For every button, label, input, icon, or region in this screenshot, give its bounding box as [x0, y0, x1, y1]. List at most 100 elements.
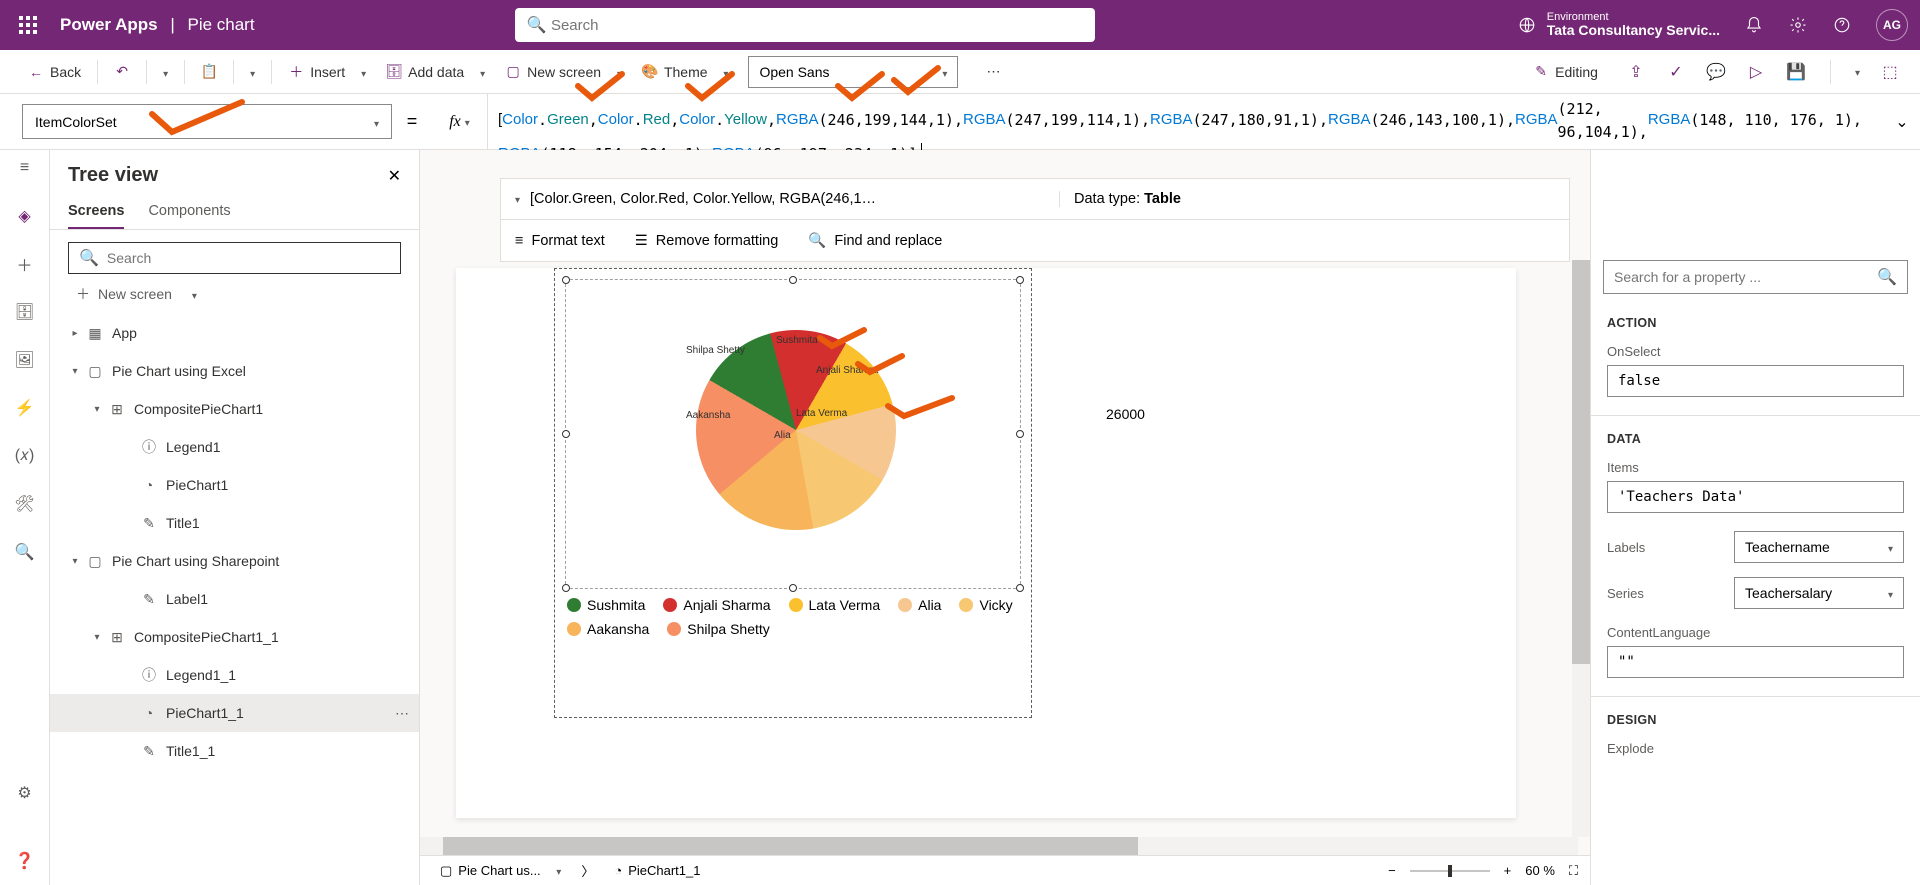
screen-icon: ▢: [86, 552, 104, 570]
group-icon: ⊞: [108, 400, 126, 418]
tree-item-piechart[interactable]: ◔PieChart1: [50, 466, 419, 504]
vertical-scrollbar[interactable]: [1572, 260, 1590, 837]
tree-item-title[interactable]: ✎Title1_1: [50, 732, 419, 770]
property-search[interactable]: 🔍: [1603, 260, 1908, 294]
media-rail-icon[interactable]: 🖼: [15, 350, 35, 370]
property-dropdown[interactable]: ItemColorSet: [22, 104, 392, 139]
add-data-button[interactable]: 🗄Add data: [378, 58, 493, 86]
chart-inner-frame: Sushmita Anjali Sharma Lata Verma Alia A…: [565, 279, 1021, 589]
paste-button[interactable]: 📋: [193, 58, 225, 86]
onselect-input[interactable]: false: [1607, 365, 1904, 397]
formula-input[interactable]: [Color.Green, Color.Red, Color.Yellow, R…: [488, 94, 1884, 149]
tab-components[interactable]: Components: [148, 195, 230, 229]
data-rail-icon[interactable]: 🗄: [15, 302, 35, 322]
help-icon[interactable]: [1832, 15, 1852, 35]
piechart-icon: ◔: [140, 476, 158, 494]
theme-button[interactable]: 🎨Theme: [634, 58, 737, 86]
salary-label: 26000: [1106, 406, 1145, 422]
tree-search-input[interactable]: [107, 250, 390, 266]
settings-gear-icon[interactable]: [1788, 15, 1808, 35]
hamburger-icon[interactable]: ≡: [15, 158, 35, 178]
overflow-button[interactable]: ⋯: [978, 57, 1008, 86]
environment-picker[interactable]: Environment Tata Consultancy Servic...: [1547, 11, 1720, 38]
horizontal-scrollbar[interactable]: [420, 837, 1578, 855]
tree-search[interactable]: 🔍: [68, 242, 401, 274]
tree-item-group[interactable]: ⊞CompositePieChart1_1: [50, 618, 419, 656]
zoom-in-icon[interactable]: +: [1504, 863, 1512, 878]
notifications-icon[interactable]: [1744, 15, 1764, 35]
back-button[interactable]: ←Back: [20, 58, 89, 86]
search-rail-icon[interactable]: 🔍: [15, 542, 35, 562]
insert-button[interactable]: ＋Insert: [280, 58, 374, 86]
legend-icon: ⓘ: [140, 666, 158, 684]
global-search[interactable]: 🔍: [515, 8, 1095, 42]
tree-item-screen[interactable]: ▢Pie Chart using Sharepoint: [50, 542, 419, 580]
new-screen-button[interactable]: ▢New screen: [497, 58, 630, 86]
canvas-area: [Color.Green, Color.Red, Color.Yellow, R…: [420, 150, 1590, 855]
user-avatar[interactable]: AG: [1876, 9, 1908, 41]
comments-icon[interactable]: 💬: [1706, 62, 1726, 82]
editing-mode[interactable]: ✎Editing: [1525, 58, 1606, 86]
items-input[interactable]: 'Teachers Data': [1607, 481, 1904, 513]
fx-button[interactable]: fx: [432, 94, 488, 149]
paste-chevron[interactable]: [242, 58, 263, 86]
insert-rail-icon[interactable]: ＋: [15, 254, 35, 274]
expand-formula-icon[interactable]: ⌄: [1884, 94, 1920, 149]
pie-chart: [696, 330, 896, 530]
tree-item-title[interactable]: ✎Title1: [50, 504, 419, 542]
find-replace-button[interactable]: 🔍Find and replace: [808, 232, 942, 249]
zoom-out-icon[interactable]: −: [1388, 863, 1396, 878]
tree-item-app[interactable]: ▦App: [50, 314, 419, 352]
global-search-input[interactable]: [551, 17, 1083, 34]
search-icon: 🔍: [808, 232, 826, 249]
checker-icon[interactable]: ✓: [1666, 62, 1686, 82]
zoom-slider[interactable]: [1410, 870, 1490, 872]
environment-icon: [1517, 15, 1537, 35]
tree-item-label[interactable]: ✎Label1: [50, 580, 419, 618]
formula-bar: ItemColorSet = fx [Color.Green, Color.Re…: [0, 94, 1920, 150]
tree-item-screen[interactable]: ▢Pie Chart using Excel: [50, 352, 419, 390]
save-icon[interactable]: 💾: [1786, 62, 1806, 82]
tree-item-piechart-selected[interactable]: ◔PieChart1_1⋯: [50, 694, 419, 732]
zoom-value: 60 %: [1525, 863, 1555, 878]
remove-formatting-button[interactable]: ☰Remove formatting: [635, 233, 779, 249]
plus-icon: ＋: [76, 284, 90, 304]
breadcrumb-screen[interactable]: ▢Pie Chart us...: [432, 861, 569, 881]
breadcrumb-control[interactable]: ◔PieChart1_1: [606, 861, 708, 880]
preview-icon[interactable]: ▷: [1746, 62, 1766, 82]
flows-rail-icon[interactable]: ⚡: [15, 398, 35, 418]
tree-item-legend[interactable]: ⓘLegend1_1: [50, 656, 419, 694]
tools-rail-icon[interactable]: 🛠: [15, 494, 35, 514]
publish-icon[interactable]: ⬚: [1880, 62, 1900, 82]
format-text-button[interactable]: ≡Format text: [515, 233, 605, 249]
property-search-input[interactable]: [1614, 269, 1877, 285]
settings-rail-icon[interactable]: ⚙: [15, 783, 35, 803]
tab-screens[interactable]: Screens: [68, 195, 124, 229]
tree-view-icon[interactable]: ◈: [15, 206, 35, 226]
canvas-page[interactable]: Sushmita Anjali Sharma Lata Verma Alia A…: [456, 268, 1516, 818]
series-select[interactable]: Teachersalary: [1734, 577, 1904, 609]
tree-item-group[interactable]: ⊞CompositePieChart1: [50, 390, 419, 428]
fit-icon[interactable]: ⛶: [1569, 863, 1578, 879]
result-chevron[interactable]: [515, 191, 520, 207]
tree-item-legend[interactable]: ⓘLegend1: [50, 428, 419, 466]
app-launcher-icon[interactable]: [12, 9, 44, 41]
font-select[interactable]: Open Sans: [748, 56, 958, 88]
chart-selection-frame[interactable]: Sushmita Anjali Sharma Lata Verma Alia A…: [554, 268, 1032, 718]
help-rail-icon[interactable]: ❓: [15, 851, 35, 871]
labels-select[interactable]: Teachername: [1734, 531, 1904, 563]
equals-sign: =: [392, 94, 432, 149]
piechart-icon: ◔: [140, 704, 158, 722]
variables-rail-icon[interactable]: (𝑥): [15, 446, 35, 466]
contentlang-input[interactable]: "": [1607, 646, 1904, 678]
undo-button[interactable]: ↶: [106, 58, 138, 86]
tree-new-screen[interactable]: ＋ New screen: [50, 274, 419, 314]
undo-chevron[interactable]: [155, 58, 176, 86]
share-icon[interactable]: ⇪: [1626, 62, 1646, 82]
formula-result-bar: [Color.Green, Color.Red, Color.Yellow, R…: [500, 178, 1570, 220]
more-icon[interactable]: ⋯: [395, 705, 409, 722]
close-icon[interactable]: ✕: [388, 166, 401, 186]
section-data: DATA: [1591, 424, 1920, 454]
save-chevron[interactable]: [1855, 63, 1860, 81]
search-icon: 🔍: [527, 15, 547, 35]
